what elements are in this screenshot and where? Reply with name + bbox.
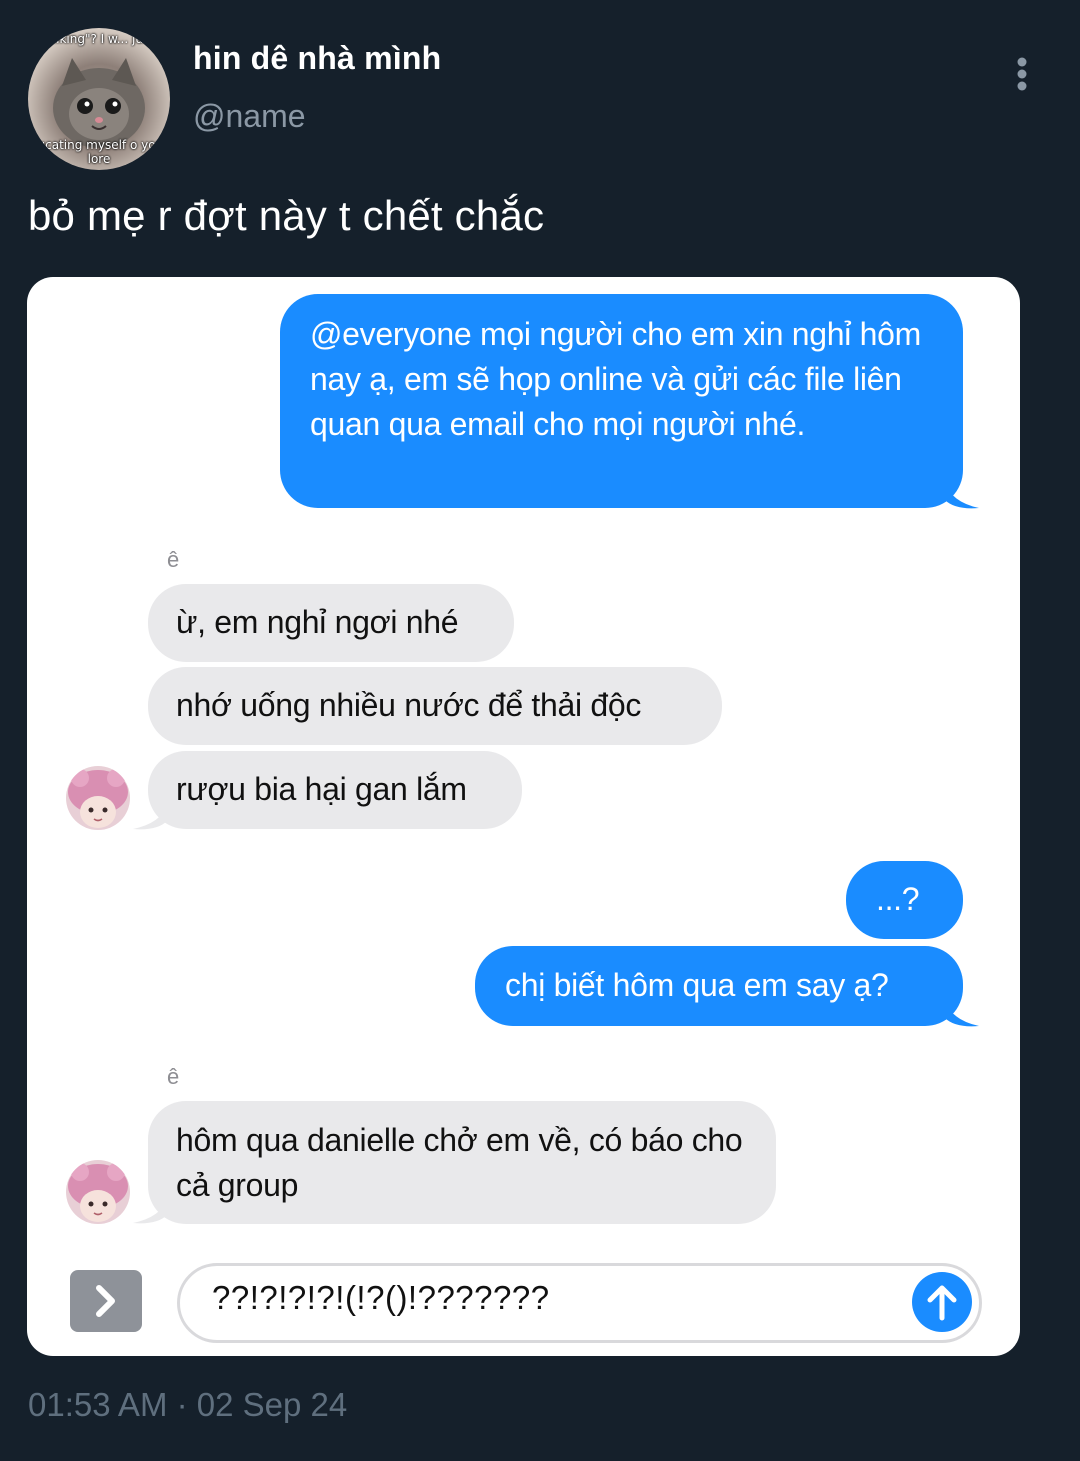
message-text: ừ, em nghỉ ngơi nhé (176, 604, 459, 640)
incoming-message: ừ, em nghỉ ngơi nhé (148, 584, 514, 662)
tweet-timestamp[interactable]: 01:53 AM · 02 Sep 24 (28, 1386, 347, 1424)
message-text: rượu bia hại gan lắm (176, 771, 467, 807)
expand-apps-button[interactable] (70, 1270, 142, 1332)
bubble-tail (133, 1199, 167, 1224)
incoming-message: hôm qua danielle chở em về, có báo cho c… (148, 1101, 776, 1224)
display-name[interactable]: hin dê nhà mình (193, 40, 441, 77)
tweet-text: bỏ mẹ r đợt này t chết chắc (28, 192, 545, 239)
chevron-right-icon (96, 1285, 115, 1317)
bubble-tail (945, 1000, 979, 1027)
avatar-caption-bottom: ducating myself o your lore (29, 138, 169, 166)
contact-avatar[interactable] (66, 1160, 130, 1224)
message-text: @everyone mọi người cho em xin nghỉ hôm … (310, 316, 922, 442)
contact-avatar-image (66, 766, 130, 830)
message-input-value[interactable]: ??!?!?!?!(!?()!??????? (212, 1279, 550, 1317)
sender-name: ê (167, 547, 180, 572)
incoming-message: nhớ uống nhiều nước để thải độc (148, 667, 722, 745)
outgoing-message: @everyone mọi người cho em xin nghỉ hôm … (280, 294, 963, 508)
message-text: hôm qua danielle chở em về, có báo cho c… (176, 1122, 743, 1203)
message-text: ...? (876, 881, 920, 917)
sender-name: ê (167, 1064, 180, 1089)
outgoing-message: chị biết hôm qua em say ạ? (475, 946, 963, 1026)
avatar-caption-top: talking"? I w... just (44, 32, 154, 46)
message-text: chị biết hôm qua em say ạ? (505, 967, 889, 1003)
contact-avatar[interactable] (66, 766, 130, 830)
contact-avatar-image (66, 1160, 130, 1224)
incoming-message: rượu bia hại gan lắm (148, 751, 522, 829)
tweet-page: talking"? I w... just ducating myself o … (0, 0, 1080, 1461)
user-handle[interactable]: @name (193, 98, 306, 135)
outgoing-message: ...? (846, 861, 963, 939)
vertical-ellipsis-icon[interactable] (1012, 56, 1032, 96)
arrow-up-icon (927, 1285, 957, 1321)
attached-chat-screenshot[interactable]: @everyone mọi người cho em xin nghỉ hôm … (27, 277, 1020, 1356)
message-text: nhớ uống nhiều nước để thải độc (176, 687, 642, 723)
bubble-tail (133, 805, 167, 830)
send-button[interactable] (912, 1272, 972, 1332)
bubble-tail (945, 482, 979, 509)
profile-avatar[interactable]: talking"? I w... just ducating myself o … (28, 28, 170, 170)
